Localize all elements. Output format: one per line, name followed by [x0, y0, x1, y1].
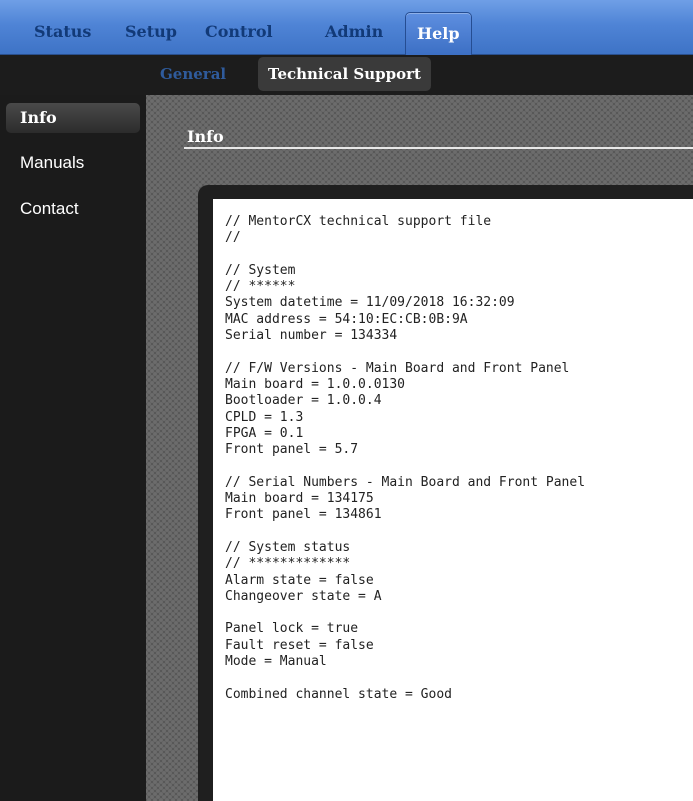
file-line: Main board = 134175 — [225, 491, 374, 507]
file-line: // Serial Numbers - Main Board and Front… — [225, 474, 586, 490]
file-line — [225, 524, 233, 539]
nav-tab-status[interactable]: Status — [34, 0, 91, 54]
file-line: // System status — [225, 539, 351, 555]
file-line — [225, 458, 233, 473]
subnav-tab-technical-support[interactable]: Technical Support — [258, 57, 431, 91]
file-line: // ****** — [225, 279, 296, 295]
content-frame: // MentorCX technical support file // //… — [198, 185, 693, 801]
file-line: Front panel = 5.7 — [225, 442, 359, 458]
top-navigation: Status Setup Control Admin Help — [0, 0, 693, 55]
file-line: System datetime = 11/09/2018 16:32:09 — [225, 295, 515, 311]
nav-tab-help[interactable]: Help — [405, 12, 472, 55]
sidebar-item-contact[interactable]: Contact — [20, 194, 79, 224]
sidebar-item-info[interactable]: Info — [6, 103, 140, 133]
section-divider — [184, 147, 693, 149]
file-line: Fault reset = false — [225, 637, 374, 653]
file-line: Panel lock = true — [225, 621, 359, 637]
file-line — [225, 670, 233, 685]
file-line: Serial number = 134334 — [225, 328, 398, 344]
file-line: // — [225, 230, 241, 246]
file-line: FPGA = 0.1 — [225, 425, 304, 441]
app-window: Status Setup Control Admin Help General … — [0, 0, 693, 801]
file-line: Changeover state = A — [225, 588, 382, 604]
nav-tab-admin[interactable]: Admin — [325, 0, 383, 54]
file-line — [225, 605, 233, 620]
file-line: Front panel = 134861 — [225, 507, 382, 523]
subnav-tab-general[interactable]: General — [160, 57, 226, 91]
file-line: Mode = Manual — [225, 654, 327, 670]
file-line: Combined channel state = Good — [225, 686, 452, 702]
section-title: Info — [187, 127, 224, 146]
file-line: // System — [225, 262, 296, 278]
main-panel: Info // MentorCX technical support file … — [146, 95, 693, 801]
file-line — [225, 344, 233, 359]
file-line: MAC address = 54:10:EC:CB:0B:9A — [225, 311, 468, 327]
file-line: // MentorCX technical support file — [225, 214, 492, 229]
nav-tab-control[interactable]: Control — [205, 0, 273, 54]
sidebar-item-manuals[interactable]: Manuals — [20, 148, 84, 178]
file-line: Main board = 1.0.0.0130 — [225, 376, 406, 392]
sub-navigation: General Technical Support — [0, 55, 693, 95]
support-file-viewer[interactable]: // MentorCX technical support file // //… — [213, 199, 693, 801]
file-line — [225, 247, 233, 262]
file-line: Alarm state = false — [225, 572, 374, 588]
support-file-text: // MentorCX technical support file // //… — [213, 199, 693, 703]
file-line: CPLD = 1.3 — [225, 409, 304, 425]
sidebar: Info Manuals Contact — [0, 95, 146, 801]
nav-tab-setup[interactable]: Setup — [125, 0, 177, 54]
file-line: Bootloader = 1.0.0.4 — [225, 393, 382, 409]
file-line: // ************* — [225, 556, 351, 572]
file-line: // F/W Versions - Main Board and Front P… — [225, 360, 570, 376]
